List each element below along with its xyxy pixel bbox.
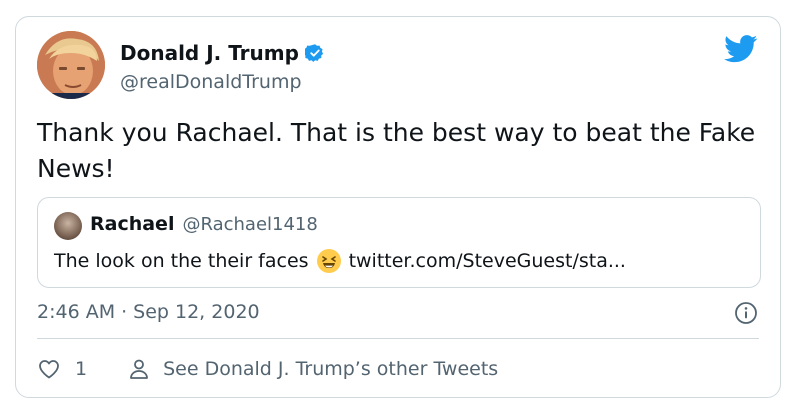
quoted-author-name[interactable]: Rachael xyxy=(90,213,174,235)
author-avatar[interactable] xyxy=(37,31,105,99)
quoted-author-avatar[interactable] xyxy=(54,212,82,240)
see-other-tweets-label[interactable]: See Donald J. Trump’s other Tweets xyxy=(163,358,498,380)
tweet-actions: 1 See Donald J. Trump’s other Tweets xyxy=(37,357,498,381)
person-icon[interactable] xyxy=(127,357,151,381)
author-name-row[interactable]: Donald J. Trump xyxy=(120,41,325,65)
quoted-link[interactable]: twitter.com/SteveGuest/sta... xyxy=(349,250,626,272)
twitter-bird-icon[interactable] xyxy=(724,35,758,63)
quoted-author-row[interactable]: Rachael @Rachael1418 xyxy=(90,213,318,235)
quoted-tweet[interactable]: Rachael @Rachael1418 The look on the the… xyxy=(37,197,761,288)
info-icon[interactable] xyxy=(734,301,758,325)
author-name[interactable]: Donald J. Trump xyxy=(120,41,299,65)
heart-icon[interactable] xyxy=(37,357,61,381)
quoted-author-handle[interactable]: @Rachael1418 xyxy=(182,214,317,235)
quoted-tweet-text: The look on the their faces twitter.com/… xyxy=(54,249,626,273)
laughing-face-emoji-icon xyxy=(316,249,341,273)
timestamp-separator: · xyxy=(121,301,128,323)
divider xyxy=(37,338,759,339)
verified-badge-icon xyxy=(304,44,324,62)
tweet-date[interactable]: Sep 12, 2020 xyxy=(133,301,259,323)
author-handle[interactable]: @realDonaldTrump xyxy=(120,71,302,93)
see-other-tweets-link[interactable]: See Donald J. Trump’s other Tweets xyxy=(127,357,498,381)
like-button[interactable]: 1 xyxy=(37,357,87,381)
quoted-text-body: The look on the their faces xyxy=(54,250,309,272)
tweet-timestamp[interactable]: 2:46 AM · Sep 12, 2020 xyxy=(37,301,260,323)
tweet-card[interactable]: Donald J. Trump @realDonaldTrump Thank y… xyxy=(15,16,781,398)
tweet-text: Thank you Rachael. That is the best way … xyxy=(37,118,756,183)
tweet-time[interactable]: 2:46 AM xyxy=(37,301,115,323)
like-count[interactable]: 1 xyxy=(75,358,87,380)
